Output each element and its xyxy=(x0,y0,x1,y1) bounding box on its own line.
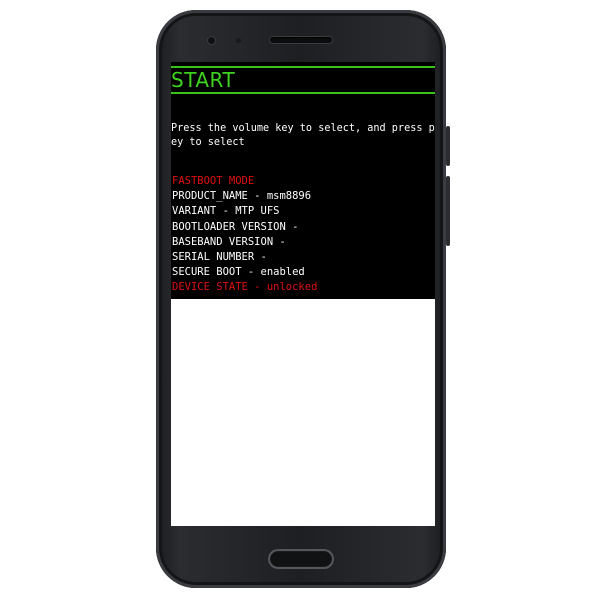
front-camera-icon xyxy=(208,37,215,44)
device-info-line: PRODUCT_NAME - msm8896 xyxy=(172,190,312,203)
device-info-line: SERIAL NUMBER - xyxy=(172,251,267,264)
earpiece-speaker-icon xyxy=(270,37,332,43)
instructions-text: Press the volume key to select, and pres… xyxy=(171,122,435,150)
device-info-line: BOOTLOADER VERSION - xyxy=(172,220,299,233)
fastboot-screen: START Press the volume key to select, an… xyxy=(171,62,435,299)
device-info-line: SECURE BOOT - enabled xyxy=(172,266,305,279)
home-button-icon[interactable] xyxy=(268,549,334,569)
device-info-line: BASEBAND VERSION - xyxy=(172,235,286,248)
menu-selected-option[interactable]: START xyxy=(171,69,235,91)
volume-rocker[interactable] xyxy=(446,176,450,246)
device-info-line: VARIANT - MTP UFS xyxy=(172,205,280,218)
power-button[interactable] xyxy=(446,126,450,166)
device-info-list: FASTBOOT MODE PRODUCT_NAME - msm8896 VARIA… xyxy=(172,174,317,296)
proximity-sensor-icon xyxy=(236,38,241,43)
device-frame: START Press the volume key to select, an… xyxy=(0,0,600,600)
instructions-line-1: Press the volume key to select, and pres… xyxy=(171,123,435,134)
phone-screen: START Press the volume key to select, an… xyxy=(171,62,435,526)
device-info-line: DEVICE STATE - unlocked xyxy=(172,281,318,294)
instructions-line-2: ey to select xyxy=(171,137,245,148)
title-divider-bottom xyxy=(171,92,435,94)
device-info-line: FASTBOOT MODE xyxy=(172,175,255,187)
